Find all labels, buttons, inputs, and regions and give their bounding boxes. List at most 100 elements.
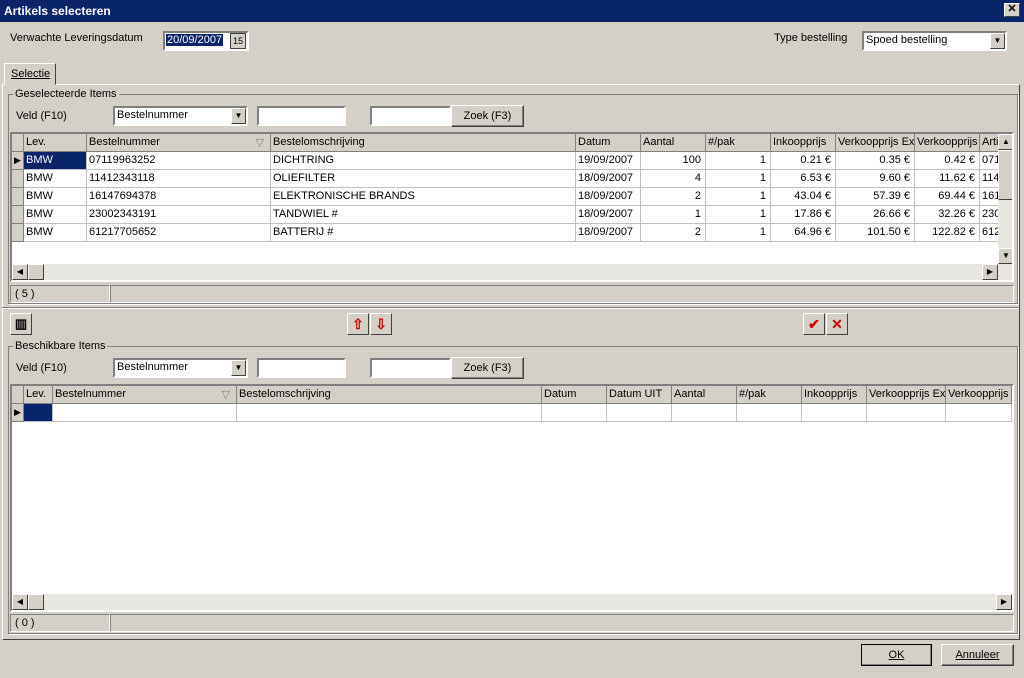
- table-cell[interactable]: DICHTRING: [271, 152, 576, 170]
- cancel-button[interactable]: Annuleer: [941, 644, 1014, 666]
- available-items-grid[interactable]: Lev. Bestelnummer ▽ Bestelomschrijving Da…: [10, 384, 1014, 612]
- col-header[interactable]: Aantal: [672, 386, 737, 404]
- col-header[interactable]: Verkoopprijs Ex: [867, 386, 946, 404]
- table-cell[interactable]: 18/09/2007: [576, 224, 641, 242]
- row-indicator[interactable]: ▶: [12, 152, 24, 170]
- table-cell[interactable]: 26.66 €: [836, 206, 915, 224]
- col-header[interactable]: Verkoopprijs: [946, 386, 1012, 404]
- table-cell[interactable]: 19/09/2007: [576, 152, 641, 170]
- table-cell[interactable]: BMW: [24, 206, 87, 224]
- table-cell[interactable]: [946, 404, 1012, 422]
- table-cell[interactable]: 61217705652: [87, 224, 271, 242]
- table-cell[interactable]: 57.39 €: [836, 188, 915, 206]
- col-header[interactable]: Bestelomschrijving: [237, 386, 542, 404]
- table-cell[interactable]: 2: [641, 188, 706, 206]
- scroll-thumb[interactable]: [28, 264, 44, 280]
- scroll-left-icon[interactable]: ◀: [12, 264, 28, 280]
- splitter[interactable]: [2, 307, 1018, 309]
- col-header[interactable]: Verkoopprijs Ex: [836, 134, 915, 152]
- col-header[interactable]: Datum UIT: [607, 386, 672, 404]
- table-cell[interactable]: 07119963252: [87, 152, 271, 170]
- col-header[interactable]: #/pak: [737, 386, 802, 404]
- calendar-icon[interactable]: 15: [230, 33, 246, 49]
- col-header[interactable]: Datum: [576, 134, 641, 152]
- available-search-input[interactable]: [370, 358, 451, 378]
- table-cell[interactable]: 11.62 €: [915, 170, 980, 188]
- horizontal-scrollbar[interactable]: ◀ ▶: [12, 594, 1012, 610]
- table-cell[interactable]: 2: [641, 224, 706, 242]
- table-cell[interactable]: 101.50 €: [836, 224, 915, 242]
- selected-filter-input[interactable]: [257, 106, 346, 126]
- table-cell[interactable]: 6.53 €: [771, 170, 836, 188]
- selected-search-button[interactable]: Zoek (F3): [451, 105, 524, 127]
- chevron-down-icon[interactable]: ▼: [231, 108, 246, 124]
- selected-field-select[interactable]: Bestelnummer ▼: [113, 106, 248, 126]
- table-cell[interactable]: ELEKTRONISCHE BRANDS: [271, 188, 576, 206]
- table-cell[interactable]: 16147694378: [87, 188, 271, 206]
- table-cell[interactable]: 9.60 €: [836, 170, 915, 188]
- row-indicator[interactable]: [12, 188, 24, 206]
- col-header[interactable]: Inkoopprijs: [771, 134, 836, 152]
- table-cell[interactable]: BMW: [24, 224, 87, 242]
- move-down-icon[interactable]: ⇩: [370, 313, 392, 335]
- table-cell[interactable]: 4: [641, 170, 706, 188]
- table-cell[interactable]: 69.44 €: [915, 188, 980, 206]
- table-cell[interactable]: [737, 404, 802, 422]
- col-header[interactable]: Bestelomschrijving: [271, 134, 576, 152]
- horizontal-scrollbar[interactable]: ◀ ▶: [12, 264, 1012, 280]
- row-indicator[interactable]: [12, 170, 24, 188]
- col-header[interactable]: Bestelnummer ▽: [87, 134, 271, 152]
- table-cell[interactable]: BMW: [24, 170, 87, 188]
- col-header[interactable]: Bestelnummer ▽: [53, 386, 237, 404]
- table-cell[interactable]: 18/09/2007: [576, 206, 641, 224]
- col-header[interactable]: Aantal: [641, 134, 706, 152]
- col-header[interactable]: Verkoopprijs: [915, 134, 980, 152]
- table-cell[interactable]: BMW: [24, 188, 87, 206]
- row-indicator[interactable]: ▶: [12, 404, 24, 422]
- table-cell[interactable]: 17.86 €: [771, 206, 836, 224]
- tab-selectie[interactable]: Selectie: [4, 63, 56, 85]
- table-cell[interactable]: [802, 404, 867, 422]
- columns-icon[interactable]: ▥: [10, 313, 32, 335]
- table-cell[interactable]: 1: [706, 224, 771, 242]
- col-header[interactable]: Lev.: [24, 134, 87, 152]
- vertical-scrollbar[interactable]: ▲ ▼: [998, 134, 1012, 264]
- table-cell[interactable]: 64.96 €: [771, 224, 836, 242]
- table-cell[interactable]: [672, 404, 737, 422]
- scroll-thumb[interactable]: [28, 594, 44, 610]
- col-header[interactable]: Datum: [542, 386, 607, 404]
- chevron-down-icon[interactable]: ▼: [231, 360, 246, 376]
- ok-button[interactable]: OK: [861, 644, 932, 666]
- table-cell[interactable]: [607, 404, 672, 422]
- selected-items-grid[interactable]: Lev. Bestelnummer ▽ Bestelomschrijving Da…: [10, 132, 1014, 282]
- table-cell[interactable]: 18/09/2007: [576, 188, 641, 206]
- table-cell[interactable]: 1: [706, 206, 771, 224]
- table-cell[interactable]: BATTERIJ #: [271, 224, 576, 242]
- move-up-icon[interactable]: ⇧: [347, 313, 369, 335]
- table-cell[interactable]: 0.21 €: [771, 152, 836, 170]
- table-cell[interactable]: 23002343191: [87, 206, 271, 224]
- table-cell[interactable]: 1: [706, 152, 771, 170]
- table-cell[interactable]: 0.35 €: [836, 152, 915, 170]
- table-cell[interactable]: 122.82 €: [915, 224, 980, 242]
- table-cell[interactable]: 43.04 €: [771, 188, 836, 206]
- col-header[interactable]: #/pak: [706, 134, 771, 152]
- selected-search-input[interactable]: [370, 106, 451, 126]
- available-search-button[interactable]: Zoek (F3): [451, 357, 524, 379]
- table-cell[interactable]: 18/09/2007: [576, 170, 641, 188]
- scroll-left-icon[interactable]: ◀: [12, 594, 28, 610]
- table-cell[interactable]: BMW: [24, 152, 87, 170]
- table-cell[interactable]: [237, 404, 542, 422]
- table-cell[interactable]: 1: [641, 206, 706, 224]
- table-cell[interactable]: [542, 404, 607, 422]
- table-cell[interactable]: 32.26 €: [915, 206, 980, 224]
- col-header[interactable]: Lev.: [24, 386, 53, 404]
- table-cell[interactable]: 1: [706, 188, 771, 206]
- available-field-select[interactable]: Bestelnummer ▼: [113, 358, 248, 378]
- available-filter-input[interactable]: [257, 358, 346, 378]
- chevron-down-icon[interactable]: ▼: [990, 33, 1005, 49]
- row-indicator[interactable]: [12, 224, 24, 242]
- table-cell[interactable]: 1: [706, 170, 771, 188]
- table-cell[interactable]: [53, 404, 237, 422]
- scroll-down-icon[interactable]: ▼: [998, 248, 1012, 264]
